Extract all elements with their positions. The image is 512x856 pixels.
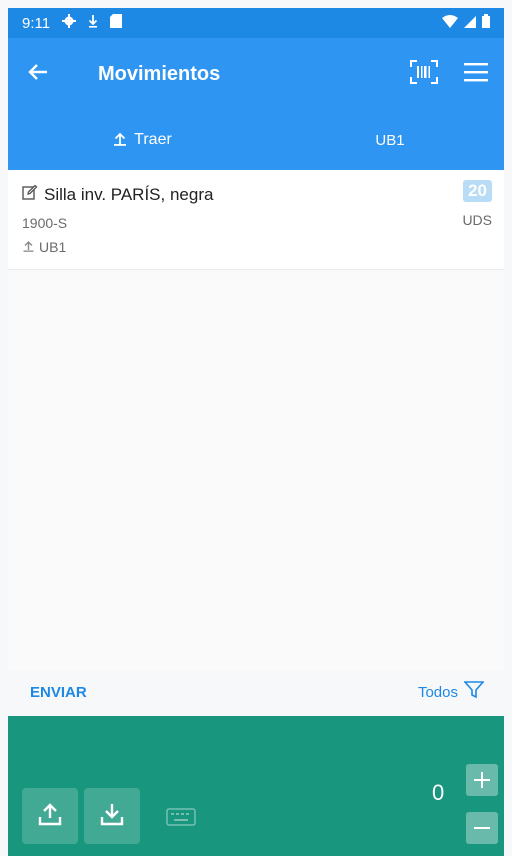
page-title: Movimientos — [98, 62, 221, 85]
quantity-value: 0 — [432, 780, 445, 805]
actions-row: ENVIAR Todos — [8, 672, 504, 712]
sd-card-icon — [110, 14, 123, 32]
decrement-button[interactable] — [466, 812, 498, 844]
item-location: UB1 — [39, 239, 67, 255]
barcode-scan-button[interactable] — [410, 59, 438, 89]
quantity-badge: 20 — [463, 180, 492, 202]
wifi-icon — [442, 14, 458, 32]
upload-button[interactable] — [22, 788, 78, 844]
from-location-tab[interactable]: Traer — [8, 130, 276, 151]
pickup-icon — [112, 130, 128, 151]
signal-icon — [464, 15, 476, 32]
plus-icon — [473, 764, 491, 796]
location-icon — [22, 239, 35, 255]
download-button[interactable] — [84, 788, 140, 844]
item-name: Silla inv. PARÍS, negra — [44, 184, 214, 204]
keyboard-icon — [166, 808, 196, 830]
back-button[interactable] — [8, 38, 68, 110]
filter-button[interactable]: Todos — [417, 681, 485, 703]
arrow-left-icon — [28, 63, 48, 86]
menu-button[interactable] — [464, 62, 488, 87]
movements-list: Silla inv. PARÍS, negra 1900-S UB1 20 UD… — [8, 170, 504, 670]
filter-label: Todos — [417, 683, 458, 701]
clock: 9:11 — [22, 14, 51, 32]
to-location-tab[interactable]: UB1 — [276, 132, 504, 149]
increment-button[interactable] — [466, 764, 498, 796]
quantity-panel: 0 — [8, 716, 504, 856]
keyboard-button[interactable] — [166, 808, 196, 831]
send-button[interactable]: ENVIAR — [30, 684, 87, 701]
edit-icon[interactable] — [22, 184, 38, 205]
download-icon — [88, 14, 98, 32]
settings-icon — [62, 14, 77, 32]
battery-icon — [482, 14, 490, 32]
item-unit: UDS — [462, 212, 492, 228]
location-bar: Traer UB1 — [8, 110, 504, 170]
app-bar: Movimientos — [8, 38, 504, 110]
barcode-scan-icon — [410, 59, 438, 89]
from-location-label: Traer — [134, 131, 172, 148]
filter-icon — [463, 681, 485, 703]
menu-icon — [464, 62, 488, 87]
minus-icon — [473, 812, 491, 844]
list-item[interactable]: Silla inv. PARÍS, negra 1900-S UB1 20 UD… — [8, 170, 504, 270]
item-code: 1900-S — [22, 215, 68, 231]
status-bar: 9:11 — [8, 8, 504, 38]
upload-icon — [37, 801, 63, 832]
download-icon — [99, 801, 125, 832]
